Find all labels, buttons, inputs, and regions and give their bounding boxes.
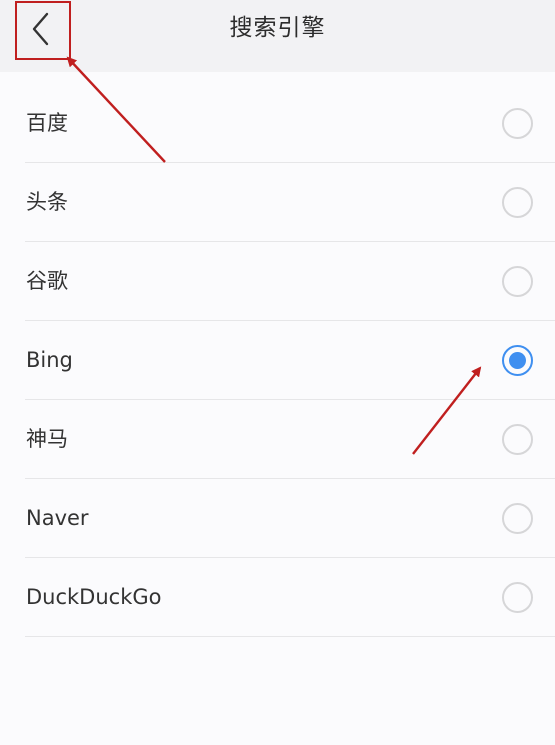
engine-option-bing[interactable]: Bing [0,321,555,400]
engine-option-baidu[interactable]: 百度 [0,84,555,163]
radio-button[interactable] [502,266,533,297]
engine-label: 百度 [26,111,68,135]
engine-label: 神马 [26,427,68,451]
radio-button[interactable] [502,424,533,455]
engine-label: 谷歌 [26,269,68,293]
engine-label: DuckDuckGo [26,585,162,609]
radio-button-checked[interactable] [502,345,533,376]
engine-option-google[interactable]: 谷歌 [0,242,555,321]
engine-label: Naver [26,506,89,530]
engine-option-toutiao[interactable]: 头条 [0,163,555,242]
radio-button[interactable] [502,582,533,613]
engine-option-duckduckgo[interactable]: DuckDuckGo [0,558,555,637]
engine-label: Bing [26,348,73,372]
radio-button[interactable] [502,108,533,139]
page-title: 搜索引擎 [229,15,326,41]
engine-label: 头条 [26,190,68,214]
radio-button[interactable] [502,503,533,534]
header-bar: 搜索引擎 [0,0,555,72]
radio-button[interactable] [502,187,533,218]
search-engine-list: 百度 头条 谷歌 Bing 神马 Naver DuckDuckGo [0,84,555,637]
engine-option-naver[interactable]: Naver [0,479,555,558]
engine-option-shenma[interactable]: 神马 [0,400,555,479]
divider [25,636,555,637]
